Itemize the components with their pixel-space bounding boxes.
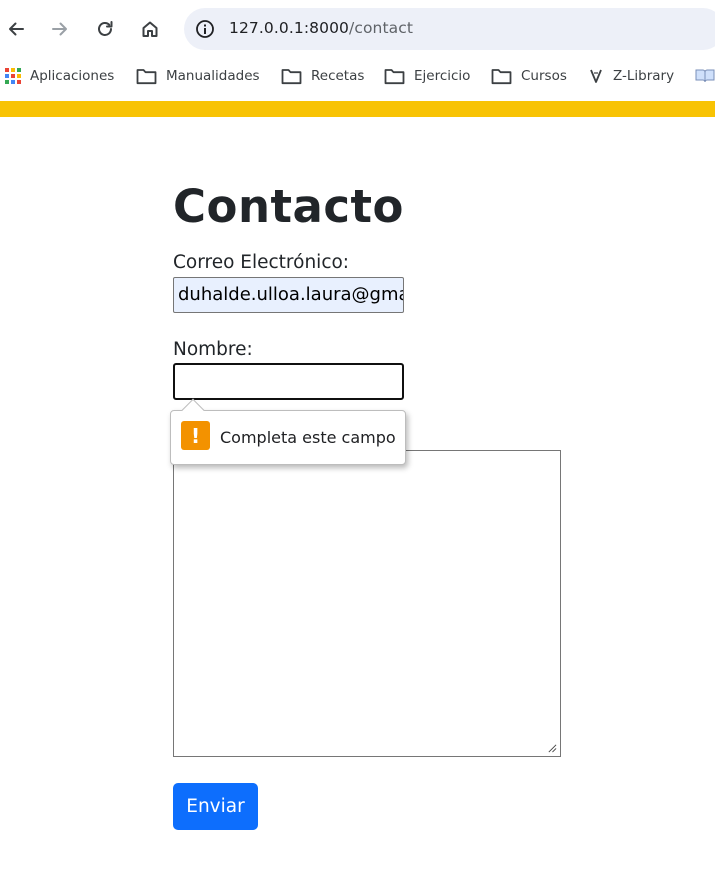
bookmark-aplicaciones[interactable]: Aplicaciones	[5, 65, 114, 87]
folder-icon	[384, 68, 405, 85]
info-icon	[196, 20, 214, 38]
bookmark-recetas[interactable]: Recetas	[281, 65, 364, 87]
bookmark-label: Manualidades	[166, 68, 260, 84]
warning-icon: !	[181, 421, 210, 450]
folder-icon	[136, 68, 157, 85]
site-info-button[interactable]	[192, 16, 218, 42]
address-bar[interactable]: 127.0.0.1:8000/contact	[184, 8, 715, 50]
url-host: 127.0.0.1:8000	[229, 19, 350, 37]
back-button[interactable]	[1, 14, 31, 44]
arrow-left-icon	[9, 22, 24, 36]
url-path: /contact	[349, 19, 414, 37]
bookmark-ejercicio[interactable]: Ejercicio	[384, 65, 470, 87]
bookmark-label: Recetas	[311, 68, 365, 84]
validation-message: Completa este campo	[220, 428, 396, 447]
message-textarea[interactable]	[173, 450, 561, 757]
bookmark-label: Ejercicio	[414, 68, 471, 84]
email-field[interactable]: duhalde.ulloa.laura@gma	[173, 277, 404, 313]
bookmarks-bar: Aplicaciones Manualidades Recetas Ejerci…	[0, 60, 715, 92]
page-title: Contacto	[173, 180, 404, 233]
reload-icon	[98, 21, 113, 36]
forward-button[interactable]	[45, 14, 75, 44]
z-library-icon	[589, 68, 603, 84]
home-icon	[142, 21, 158, 37]
url-text[interactable]: 127.0.0.1:8000/contact	[229, 19, 413, 37]
bookmark-book[interactable]	[695, 65, 715, 87]
folder-icon	[281, 68, 302, 85]
name-field[interactable]	[173, 363, 404, 400]
apps-grid-icon	[5, 68, 21, 84]
header-accent-bar	[0, 101, 715, 117]
home-button[interactable]	[135, 14, 165, 44]
tooltip-arrow	[181, 398, 205, 422]
bookmark-cursos[interactable]: Cursos	[491, 65, 567, 87]
email-label: Correo Electrónico:	[173, 252, 350, 273]
folder-icon	[491, 68, 512, 85]
name-label: Nombre:	[173, 339, 253, 360]
bookmark-z-library[interactable]: Z-Library	[589, 65, 674, 87]
book-icon	[695, 68, 715, 84]
bookmark-manualidades[interactable]: Manualidades	[136, 65, 260, 87]
browser-toolbar: 127.0.0.1:8000/contact	[0, 0, 715, 58]
bookmark-label: Cursos	[521, 68, 567, 84]
validation-tooltip: ! Completa este campo	[170, 398, 406, 465]
submit-button[interactable]: Enviar	[173, 783, 258, 830]
resize-handle-icon[interactable]	[547, 743, 557, 753]
bookmark-label: Aplicaciones	[30, 68, 115, 84]
bookmark-label: Z-Library	[613, 68, 675, 84]
arrow-right-icon	[52, 22, 67, 36]
reload-button[interactable]	[90, 14, 120, 44]
